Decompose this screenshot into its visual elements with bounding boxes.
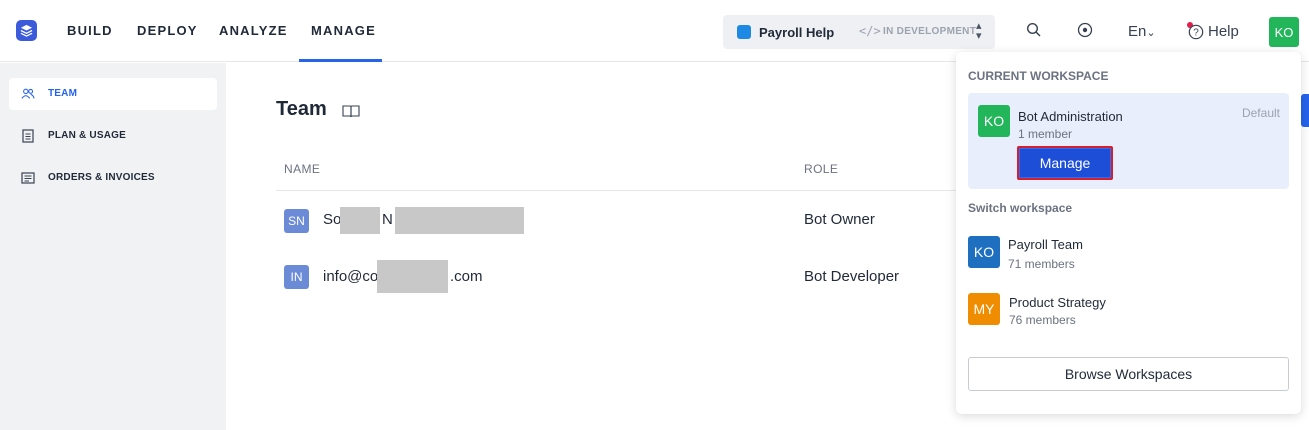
question-icon: ? [1188, 24, 1204, 39]
workspace-members: 71 members [1008, 257, 1075, 271]
workspace-members: 76 members [1009, 313, 1076, 327]
workspace-members: 1 member [1018, 127, 1073, 141]
member-name-part: N [382, 211, 393, 228]
bot-selector[interactable]: Payroll Help </> IN DEVELOPMENT ▴ ▾ [723, 15, 995, 49]
avatar: MY [968, 293, 1000, 325]
chevron-updown-icon: ▴ ▾ [976, 20, 982, 42]
code-icon: </> [859, 24, 881, 38]
invoice-icon [21, 172, 35, 184]
avatar: SN [284, 209, 309, 233]
avatar: KO [978, 105, 1010, 137]
column-header-name[interactable]: NAME [284, 162, 320, 176]
manage-button[interactable]: Manage [1017, 146, 1113, 180]
search-icon[interactable] [1026, 22, 1044, 40]
environment-label: IN DEVELOPMENT [883, 26, 977, 37]
current-workspace-heading: CURRENT WORKSPACE [968, 69, 1109, 83]
workspace-item-payroll-team[interactable]: KO Payroll Team 71 members [968, 232, 1289, 272]
member-email-part: .com [450, 268, 483, 285]
nav-analyze[interactable]: ANALYZE [219, 23, 288, 38]
switch-workspace-heading: Switch workspace [968, 201, 1073, 215]
member-name-part: So [323, 211, 342, 228]
sidebar-item-label: PLAN & USAGE [48, 130, 126, 141]
svg-text:?: ? [1193, 27, 1199, 38]
help-button[interactable]: ? Help [1188, 23, 1239, 40]
sidebar-item-orders-invoices[interactable]: ORDERS & INVOICES [9, 162, 217, 194]
document-icon [22, 129, 34, 143]
sidebar-item-team[interactable]: TEAM [9, 78, 217, 110]
nav-deploy[interactable]: DEPLOY [137, 23, 198, 38]
sidebar-item-label: ORDERS & INVOICES [48, 172, 155, 183]
nav-manage[interactable]: MANAGE [311, 23, 376, 38]
workspace-item-product-strategy[interactable]: MY Product Strategy 76 members [968, 290, 1289, 330]
language-label: En [1128, 23, 1147, 40]
workspace-name: Bot Administration [1018, 109, 1123, 124]
column-header-role[interactable]: ROLE [804, 162, 838, 176]
record-icon[interactable] [1077, 22, 1095, 40]
book-icon[interactable] [342, 103, 360, 119]
app-logo-icon[interactable] [16, 20, 37, 41]
workspace-name: Product Strategy [1009, 295, 1106, 310]
sidebar: TEAM PLAN & USAGE ORDERS & INVOICES [0, 63, 226, 430]
user-avatar[interactable]: KO [1269, 17, 1299, 47]
default-badge: Default [1241, 106, 1280, 120]
nav-build[interactable]: BUILD [67, 23, 113, 38]
nav-active-indicator [299, 59, 382, 62]
avatar: KO [968, 236, 1000, 268]
bot-icon [737, 25, 751, 39]
member-email-part: info@co [323, 268, 379, 285]
add-member-button[interactable] [1301, 94, 1309, 127]
member-role: Bot Owner [804, 211, 875, 228]
redacted-block [377, 260, 448, 293]
page-title: Team [276, 98, 327, 120]
language-selector[interactable]: En⌄ [1128, 23, 1156, 40]
help-label: Help [1208, 23, 1239, 40]
browse-workspaces-button[interactable]: Browse Workspaces [968, 357, 1289, 391]
chevron-down-icon: ⌄ [1146, 27, 1156, 39]
sidebar-item-plan-usage[interactable]: PLAN & USAGE [9, 120, 217, 152]
table-divider [276, 190, 1016, 191]
member-role: Bot Developer [804, 268, 900, 285]
redacted-block [395, 207, 524, 234]
layers-icon [20, 24, 33, 37]
team-icon [21, 88, 35, 99]
sidebar-item-label: TEAM [48, 88, 78, 99]
bot-name: Payroll Help [759, 25, 835, 40]
avatar: IN [284, 265, 309, 289]
current-workspace-card: KO Bot Administration 1 member Default M… [968, 93, 1289, 189]
redacted-block [340, 207, 380, 234]
workspace-name: Payroll Team [1008, 237, 1083, 252]
workspace-dropdown: CURRENT WORKSPACE KO Bot Administration … [956, 52, 1301, 414]
